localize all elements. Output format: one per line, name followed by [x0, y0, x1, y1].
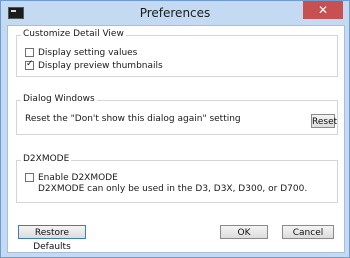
- enable-d2xmode-checkbox[interactable]: [25, 173, 34, 182]
- detail-view-group: Customize Detail View Display setting va…: [16, 29, 338, 77]
- window-title: Preferences: [139, 6, 211, 20]
- enable-d2xmode-option[interactable]: Enable D2XMODE: [25, 172, 118, 183]
- restore-defaults-button[interactable]: Restore Defaults: [18, 225, 86, 252]
- ok-button[interactable]: OK: [220, 225, 268, 239]
- dialog-windows-legend: Dialog Windows: [21, 94, 97, 104]
- dialog-windows-group: Dialog Windows Reset the "Don't show thi…: [16, 94, 338, 135]
- display-setting-values-option[interactable]: Display setting values: [25, 47, 137, 58]
- display-setting-values-checkbox[interactable]: [25, 48, 34, 57]
- display-preview-thumbnails-label: Display preview thumbnails: [38, 60, 163, 71]
- d2xmode-legend: D2XMODE: [21, 154, 72, 164]
- enable-d2xmode-label: Enable D2XMODE: [38, 172, 118, 183]
- d2xmode-group: D2XMODE Enable D2XMODE D2XMODE can only …: [16, 154, 338, 203]
- reset-dialog-text: Reset the "Don't show this dialog again"…: [25, 114, 241, 124]
- display-preview-thumbnails-option[interactable]: Display preview thumbnails: [25, 59, 163, 71]
- dialog-body: Customize Detail View Display setting va…: [7, 25, 345, 253]
- detail-view-legend: Customize Detail View: [21, 29, 126, 39]
- title-bar[interactable]: Preferences ✕: [1, 1, 349, 25]
- cancel-button[interactable]: Cancel: [282, 225, 334, 239]
- close-button[interactable]: ✕: [303, 1, 343, 19]
- d2xmode-note: D2XMODE can only be used in the D3, D3X,…: [38, 184, 308, 194]
- display-setting-values-label: Display setting values: [38, 47, 138, 58]
- preferences-dialog: Preferences ✕ Customize Detail View Disp…: [0, 0, 350, 258]
- display-preview-thumbnails-checkbox[interactable]: [25, 59, 34, 70]
- reset-button[interactable]: Reset: [311, 114, 337, 128]
